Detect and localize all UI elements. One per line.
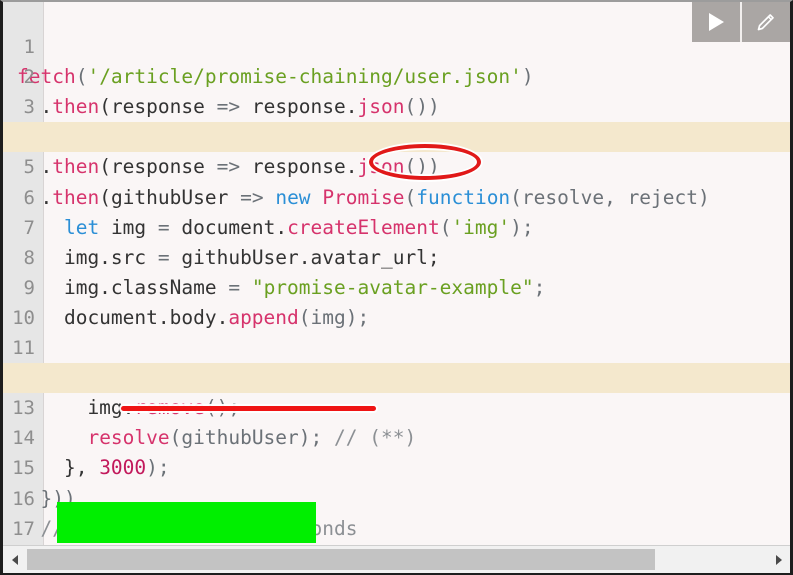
code-text: // triggers after 3 seconds [17, 514, 357, 544]
code-line[interactable]: 8 img.className = "promise-avatar-exampl… [3, 213, 790, 299]
triangle-right-icon [775, 554, 782, 565]
code-editor-window: 1 fetch('/article/promise-chaining/user.… [0, 0, 793, 575]
triangle-left-icon [11, 554, 18, 565]
code-line[interactable]: 1 fetch('/article/promise-chaining/user.… [3, 2, 790, 88]
horizontal-scrollbar[interactable] [3, 545, 790, 573]
play-icon [709, 13, 724, 31]
code-editor-viewport[interactable]: 1 fetch('/article/promise-chaining/user.… [3, 2, 790, 546]
code-line[interactable]: 14 }, 3000); [3, 393, 790, 479]
code-line[interactable]: 16 // triggers after 3 seconds [3, 453, 790, 540]
code-line-highlighted[interactable]: 13 resolve(githubUser); // (**) [3, 363, 790, 449]
pencil-icon [757, 14, 774, 31]
code-line[interactable]: 2 .then(response => response.json()) [3, 32, 790, 118]
editor-toolbar [692, 2, 790, 42]
code-line[interactable]: 7 img.src = githubUser.avatar_url; [3, 183, 790, 269]
code-line[interactable]: 6 let img = document.createElement('img'… [3, 152, 790, 239]
line-number: 17 [12, 517, 35, 540]
code-line-highlighted[interactable]: 5 .then(githubUser => new Promise(functi… [3, 122, 790, 209]
run-button[interactable] [692, 2, 740, 42]
code-line[interactable]: 9 document.body.append(img); [3, 243, 790, 329]
code-line[interactable]: 11 setTimeout(() => { [3, 303, 790, 389]
code-line[interactable]: 4 .then(response => response.json()) [3, 92, 790, 178]
code-line[interactable]: 12 img.remove(); [3, 333, 790, 419]
scrollbar-track[interactable] [27, 546, 766, 573]
scrollbar-thumb[interactable] [27, 549, 656, 570]
edit-button[interactable] [740, 2, 790, 42]
token-comment: // triggers after 3 seconds [17, 516, 358, 540]
code-line[interactable]: 10 [3, 273, 790, 329]
code-line[interactable]: 3 .then(user => fetch(`https://api.githu… [3, 62, 790, 148]
code-line[interactable]: 15 })) [3, 423, 790, 509]
scroll-right-arrow-icon[interactable] [766, 546, 790, 573]
scroll-left-arrow-icon[interactable] [3, 546, 27, 573]
code-line[interactable]: 17 .then(githubUser => alert(`Finished s… [3, 484, 790, 540]
